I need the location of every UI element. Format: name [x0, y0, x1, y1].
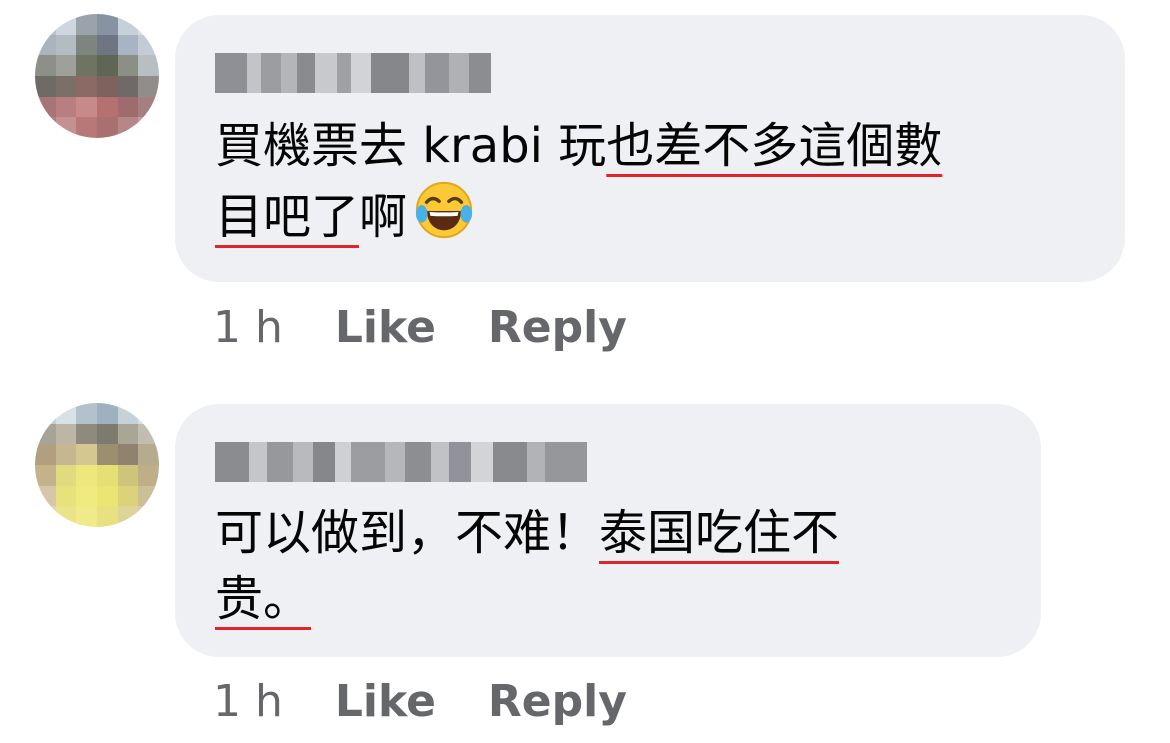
comment-text-line1: 可以做到，不难！: [215, 505, 600, 561]
comment-bubble: 買機票去 krabi 玩也差不多這個數 目吧了啊: [175, 15, 1125, 282]
author-name-redacted[interactable]: [215, 442, 587, 482]
avatar[interactable]: [35, 403, 159, 527]
author-name-redacted[interactable]: [215, 53, 491, 93]
like-button[interactable]: Like: [335, 302, 436, 353]
comment-actions: 1 h Like Reply: [213, 302, 627, 353]
comment-text-line2: 啊: [359, 189, 408, 245]
timestamp[interactable]: 1 h: [213, 302, 283, 353]
comment-text: 買機票去 krabi 玩也差不多這個數 目吧了啊: [215, 113, 942, 250]
reply-button[interactable]: Reply: [488, 676, 627, 727]
comment-text: 可以做到，不难！泰国吃住不 贵。: [215, 500, 839, 632]
reply-button[interactable]: Reply: [488, 302, 627, 353]
spellcheck-underlined-text: 泰国吃住不: [599, 505, 840, 561]
like-button[interactable]: Like: [335, 676, 436, 727]
comment-actions: 1 h Like Reply: [213, 676, 627, 727]
spellcheck-underlined-text: 贵。: [215, 571, 312, 627]
spellcheck-underlined-text: 目吧了: [215, 189, 360, 245]
avatar[interactable]: [35, 14, 159, 138]
spellcheck-underlined-text: 也差不多這個數: [606, 118, 943, 174]
comment-text-line1: 買機票去 krabi 玩: [215, 118, 607, 174]
tears-of-joy-emoji-icon: [415, 181, 473, 239]
timestamp[interactable]: 1 h: [213, 676, 283, 727]
comment-bubble: 可以做到，不难！泰国吃住不 贵。: [175, 404, 1041, 657]
